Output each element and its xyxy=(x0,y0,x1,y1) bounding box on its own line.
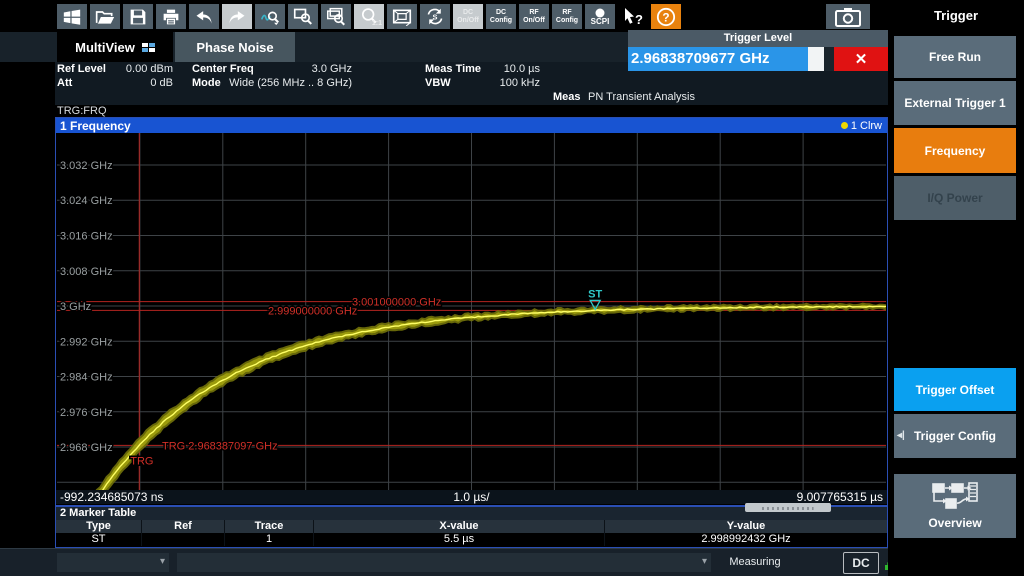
context-help-pointer-icon[interactable]: ? xyxy=(618,4,648,29)
save-icon[interactable] xyxy=(123,4,153,29)
svg-text:3.016 GHz: 3.016 GHz xyxy=(60,231,113,243)
rf-config-button[interactable]: RF Config xyxy=(552,4,582,29)
zoom-trace-icon[interactable] xyxy=(255,4,285,29)
rf-onoff-button[interactable]: RF On/Off xyxy=(519,4,549,29)
center-freq-value[interactable]: 3.0 GHz xyxy=(255,63,352,76)
time-axis: -992.234685073 ns 1.0 µs/ 9.007765315 µs xyxy=(56,490,887,504)
trigger-level-dialog: Trigger Level 2.96838709677 GHz ✕ xyxy=(628,30,888,71)
tab-multiview[interactable]: MultiView xyxy=(57,32,173,62)
svg-text:3.001000000 GHz: 3.001000000 GHz xyxy=(352,297,441,309)
col-trace: Trace xyxy=(225,520,314,533)
vbw-value[interactable]: 100 kHz xyxy=(485,77,540,90)
dc-config-button[interactable]: DC Config xyxy=(486,4,516,29)
col-yvalue: Y-value xyxy=(605,520,887,533)
collapse-left-icon: ◂| xyxy=(897,429,905,443)
tab-multiview-label: MultiView xyxy=(75,40,135,55)
window-splitter-grip[interactable] xyxy=(745,503,831,512)
time-axis-stop: 9.007765315 µs xyxy=(797,490,883,504)
dialog-close-button[interactable]: ✕ xyxy=(834,47,888,71)
meas-value[interactable]: PN Transient Analysis xyxy=(588,91,695,104)
svg-text:2.968 GHz: 2.968 GHz xyxy=(60,442,113,454)
status-bar: ▾ ▾ Measuring DC 2022-07-28 11:29:04 xyxy=(0,548,1024,576)
dc-onoff-button: DC On/Off xyxy=(453,4,483,29)
softkey-trigger-offset[interactable]: Trigger Offset xyxy=(894,368,1016,411)
tab-phase-noise-label: Phase Noise xyxy=(196,40,273,55)
trigger-level-input[interactable]: 2.96838709677 GHz xyxy=(628,47,824,71)
display-frame-icon[interactable] xyxy=(387,4,417,29)
time-axis-scale: 1.0 µs/ xyxy=(56,490,887,504)
meas-time-value[interactable]: 10.0 µs xyxy=(485,63,540,76)
undo-icon[interactable] xyxy=(189,4,219,29)
frequency-plot[interactable]: 3.032 GHz 3.024 GHz 3.016 GHz 3.008 GHz 3 GH… xyxy=(57,133,886,490)
open-file-icon[interactable] xyxy=(90,4,120,29)
att-value[interactable]: 0 dB xyxy=(95,77,173,90)
chevron-down-icon: ▾ xyxy=(160,556,165,567)
trace-badge: 1 Clrw xyxy=(841,118,882,133)
trace-color-dot-icon xyxy=(841,122,848,129)
softkey-free-run[interactable]: Free Run xyxy=(894,36,1016,78)
softkey-iq-power: I/Q Power xyxy=(894,176,1016,220)
svg-text:2.976 GHz: 2.976 GHz xyxy=(60,407,113,419)
status-dropdown-message[interactable]: ▾ xyxy=(177,553,711,572)
redo-icon xyxy=(222,4,252,29)
frequency-window-title: 1 Frequency xyxy=(56,119,131,133)
zoom-icon[interactable] xyxy=(288,4,318,29)
trigger-source-indicator: TRG:FRQ xyxy=(57,105,107,117)
att-label: Att xyxy=(57,77,72,90)
svg-text:2.992 GHz: 2.992 GHz xyxy=(60,336,113,348)
svg-text:2.984 GHz: 2.984 GHz xyxy=(60,372,113,384)
instrument-screen: 1:1 S DC On/Off DC Config RF On/Off RF C… xyxy=(0,0,1024,576)
trigger-level-dialog-title: Trigger Level xyxy=(628,30,888,47)
softkey-panel: Trigger Free Run External Trigger 1 Freq… xyxy=(888,0,1024,576)
svg-text:3.008 GHz: 3.008 GHz xyxy=(60,266,113,278)
scpi-recorder-button[interactable]: SCPI xyxy=(585,4,615,29)
status-dropdown-left[interactable]: ▾ xyxy=(57,553,169,572)
center-freq-label: Center Freq xyxy=(192,63,254,76)
svg-text:?: ? xyxy=(635,12,643,27)
dc-indicator-button[interactable]: DC xyxy=(843,552,879,574)
trigger-level-selected-text: 2.96838709677 GHz xyxy=(628,47,808,71)
marker-table-window: 2 Marker Table Type Ref Trace X-value Y-… xyxy=(55,506,888,548)
one-to-one-zoom-icon: 1:1 xyxy=(354,4,384,29)
softkey-frequency[interactable]: Frequency xyxy=(894,128,1016,173)
svg-text:3.024 GHz: 3.024 GHz xyxy=(60,195,113,207)
toolbar: 1:1 S DC On/Off DC Config RF On/Off RF C… xyxy=(0,0,888,32)
meas-label: Meas xyxy=(553,91,581,104)
svg-text:TRG: TRG xyxy=(130,455,153,467)
refresh-single-icon[interactable]: S xyxy=(420,4,450,29)
col-type: Type xyxy=(56,520,142,533)
svg-text:ST: ST xyxy=(588,288,602,300)
measuring-status: Measuring xyxy=(700,556,810,568)
svg-text:?: ? xyxy=(662,10,669,24)
col-xvalue: X-value xyxy=(314,520,605,533)
print-icon[interactable] xyxy=(156,4,186,29)
svg-text:S: S xyxy=(433,12,438,21)
multi-zoom-icon[interactable] xyxy=(321,4,351,29)
svg-text:2.999000000 GHz: 2.999000000 GHz xyxy=(268,305,357,317)
ref-level-value[interactable]: 0.00 dBm xyxy=(95,63,173,76)
softkey-menu-title: Trigger xyxy=(888,8,1024,23)
tab-phase-noise[interactable]: Phase Noise xyxy=(175,32,295,62)
svg-text:3 GHz: 3 GHz xyxy=(60,301,91,313)
softkey-trigger-config[interactable]: ◂| Trigger Config xyxy=(894,414,1016,458)
col-ref: Ref xyxy=(142,520,225,533)
svg-text:3.032 GHz: 3.032 GHz xyxy=(60,160,113,172)
screenshot-camera-button[interactable] xyxy=(826,4,870,29)
frequency-window-titlebar[interactable]: 1 Frequency 1 Clrw xyxy=(56,118,887,133)
mode-value[interactable]: Wide (256 MHz .. 8 GHz) xyxy=(215,77,352,90)
softkey-overview[interactable]: Overview xyxy=(894,474,1016,538)
marker-table-header: Type Ref Trace X-value Y-value xyxy=(56,520,887,533)
meas-time-label: Meas Time xyxy=(425,63,481,76)
frequency-window: 1 Frequency 1 Clrw 3.032 GHz3.024 GHz3.0… xyxy=(55,117,888,506)
vbw-label: VBW xyxy=(425,77,451,90)
multiview-grid-icon xyxy=(142,43,155,52)
svg-text:TRG 2.968387097 GHz: TRG 2.968387097 GHz xyxy=(162,440,278,452)
softkey-external-trigger-1[interactable]: External Trigger 1 xyxy=(894,81,1016,125)
marker-table-row[interactable]: ST 1 5.5 µs 2.998992432 GHz xyxy=(56,533,887,546)
overview-flowchart-icon xyxy=(932,482,978,512)
windows-icon[interactable] xyxy=(57,4,87,29)
help-icon[interactable]: ? xyxy=(651,4,681,29)
